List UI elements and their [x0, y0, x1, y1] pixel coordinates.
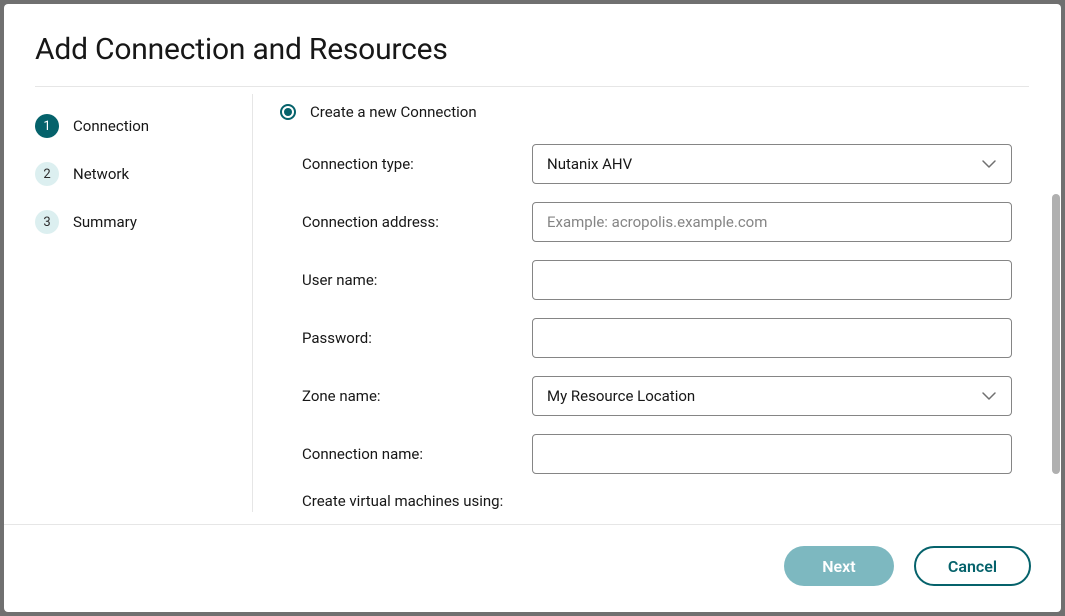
form-panel: Create a new Connection Connection type:…	[276, 100, 1016, 514]
input-connection-address[interactable]	[547, 203, 997, 241]
row-zone-name: Zone name: My Resource Location	[276, 376, 1016, 416]
chevron-down-icon	[981, 156, 997, 172]
row-password: Password:	[276, 318, 1016, 358]
input-wrap-password	[532, 318, 1012, 358]
select-value-connection-type: Nutanix AHV	[547, 155, 981, 173]
footer-divider	[4, 524, 1061, 525]
select-value-zone-name: My Resource Location	[547, 387, 981, 405]
input-connection-name[interactable]	[547, 435, 997, 473]
input-password[interactable]	[547, 319, 997, 357]
radio-label-create-new-connection: Create a new Connection	[310, 103, 477, 121]
label-connection-type: Connection type:	[302, 155, 532, 173]
label-connection-name: Connection name:	[302, 445, 532, 463]
wizard-step-summary[interactable]: 3 Summary	[35, 198, 245, 246]
row-connection-type: Connection type: Nutanix AHV	[276, 144, 1016, 184]
dialog: Add Connection and Resources 1 Connectio…	[4, 4, 1061, 612]
label-connection-address: Connection address:	[302, 213, 532, 231]
header-divider	[35, 86, 1029, 87]
select-connection-type[interactable]: Nutanix AHV	[532, 144, 1012, 184]
input-wrap-connection-address	[532, 202, 1012, 242]
chevron-down-icon	[981, 388, 997, 404]
footer-actions: Next Cancel	[784, 546, 1031, 586]
vertical-divider	[252, 94, 253, 512]
wizard-steps: 1 Connection 2 Network 3 Summary	[35, 102, 245, 246]
radio-icon-checked	[280, 104, 296, 120]
row-connection-address: Connection address:	[276, 202, 1016, 242]
radio-create-new-connection[interactable]: Create a new Connection	[280, 100, 1016, 124]
step-number-3: 3	[35, 210, 59, 234]
label-password: Password:	[302, 329, 532, 347]
step-number-2: 2	[35, 162, 59, 186]
step-label-network: Network	[73, 165, 129, 183]
row-user-name: User name:	[276, 260, 1016, 300]
wizard-step-network[interactable]: 2 Network	[35, 150, 245, 198]
step-number-1: 1	[35, 114, 59, 138]
step-label-summary: Summary	[73, 213, 137, 231]
scrollbar-thumb[interactable]	[1052, 194, 1060, 474]
cancel-button[interactable]: Cancel	[914, 546, 1031, 586]
select-zone-name[interactable]: My Resource Location	[532, 376, 1012, 416]
wizard-step-connection[interactable]: 1 Connection	[35, 102, 245, 150]
input-wrap-user-name	[532, 260, 1012, 300]
row-connection-name: Connection name:	[276, 434, 1016, 474]
input-user-name[interactable]	[547, 261, 997, 299]
step-label-connection: Connection	[73, 117, 149, 135]
label-user-name: User name:	[302, 271, 532, 289]
page-title: Add Connection and Resources	[35, 32, 448, 67]
next-button[interactable]: Next	[784, 546, 894, 586]
input-wrap-connection-name	[532, 434, 1012, 474]
label-create-vms-using: Create virtual machines using:	[276, 492, 1016, 510]
label-zone-name: Zone name:	[302, 387, 532, 405]
